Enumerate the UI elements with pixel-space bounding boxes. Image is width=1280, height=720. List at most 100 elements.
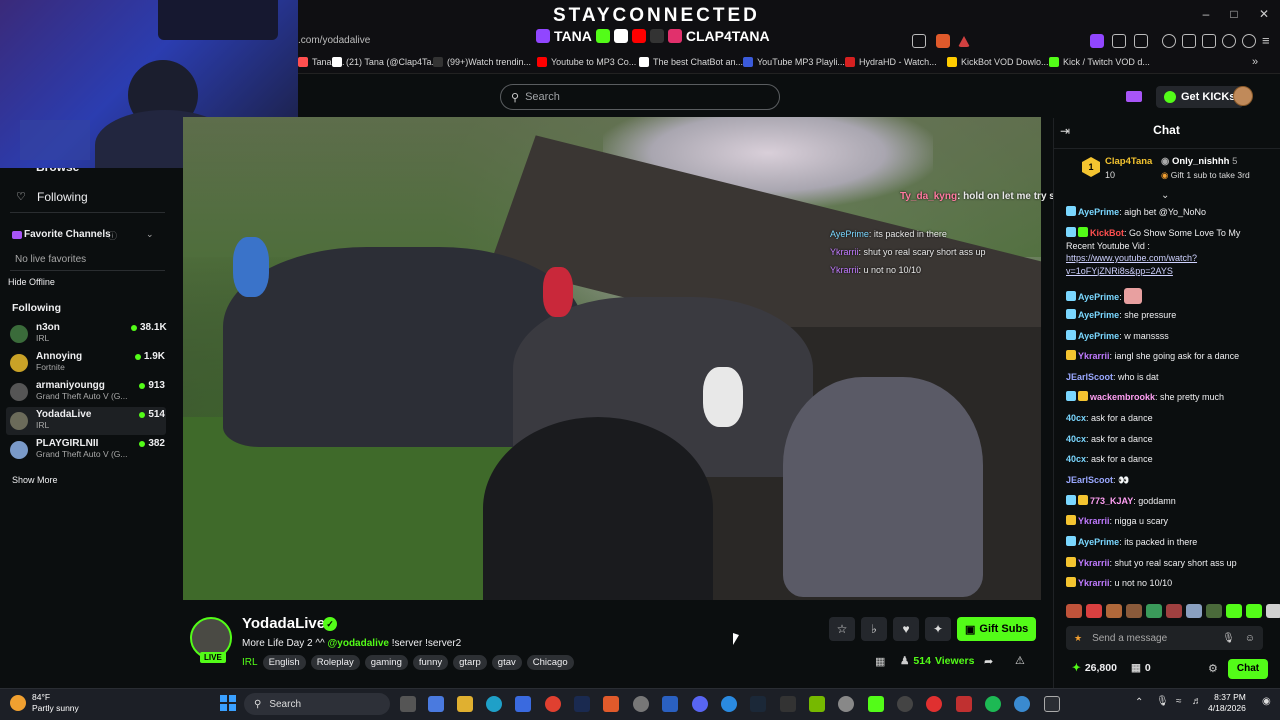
chat-username[interactable]: 40cx xyxy=(1066,454,1086,464)
spotify-icon[interactable] xyxy=(985,696,1001,712)
show-more-link[interactable]: Show More xyxy=(12,475,58,485)
emote-icon[interactable] xyxy=(1146,604,1162,618)
chat-username[interactable]: AyePrime xyxy=(1078,331,1119,341)
send-chat-button[interactable]: Chat xyxy=(1228,659,1268,679)
tag-pill[interactable]: English xyxy=(262,655,306,670)
app-icon[interactable] xyxy=(1014,696,1030,712)
kick-icon[interactable] xyxy=(868,696,884,712)
bookmark-item[interactable]: The best ChatBot an... xyxy=(639,57,743,67)
chat-link[interactable]: https://www.youtube.com/watch?v=1oFYjZNR… xyxy=(1066,253,1197,276)
emote-icon[interactable] xyxy=(1206,604,1222,618)
sidebar-following-nav[interactable]: Following xyxy=(37,190,88,204)
tag-pill[interactable]: funny xyxy=(412,655,449,670)
sidebar-item-playgirlnii[interactable]: PLAYGIRLNII Grand Theft Auto V (G... 382 xyxy=(10,438,165,464)
chat-username[interactable]: Ykrarrii xyxy=(1078,578,1110,588)
pinned-gifter-name[interactable]: Clap4Tana xyxy=(1105,156,1152,167)
restore-icon[interactable]: □ xyxy=(1226,6,1242,22)
bookmark-item[interactable]: (99+)Watch trendin... xyxy=(433,57,531,67)
app-icon[interactable] xyxy=(897,696,913,712)
edge-icon[interactable] xyxy=(486,696,502,712)
chat-username[interactable]: AyePrime xyxy=(1078,537,1119,547)
video-player[interactable] xyxy=(183,117,1041,600)
chat-username[interactable]: AyePrime xyxy=(1078,292,1119,302)
music-icon[interactable] xyxy=(1162,34,1176,48)
bookmark-item[interactable]: Kick / Twitch VOD d... xyxy=(1049,57,1150,67)
share-icon[interactable]: ➦ xyxy=(984,655,993,668)
bookmark-item[interactable]: YouTube MP3 Playli... xyxy=(743,57,845,67)
app-icon[interactable] xyxy=(662,696,678,712)
heart-icon[interactable]: ♥ xyxy=(893,617,919,641)
chat-username[interactable]: Ykrarrii xyxy=(1078,351,1110,361)
windows-start-icon[interactable] xyxy=(220,695,236,711)
app-icon[interactable] xyxy=(956,696,972,712)
chat-username[interactable]: AyePrime xyxy=(1078,207,1119,217)
app-icon[interactable] xyxy=(721,696,737,712)
chat-input[interactable]: ★ Send a message 🎙 ☺ xyxy=(1066,626,1263,650)
tag-pill[interactable]: Roleplay xyxy=(310,655,360,670)
emote-icon[interactable] xyxy=(1166,604,1182,618)
nvidia-icon[interactable] xyxy=(809,696,825,712)
gear-icon[interactable]: ⚙ xyxy=(1208,662,1218,675)
bookmark-item[interactable]: HydraHD - Watch... xyxy=(845,57,937,67)
user-avatar[interactable] xyxy=(1233,86,1253,106)
sidebar-item-yodadalive[interactable]: YodadaLive IRL 514 xyxy=(10,409,165,435)
hide-offline-toggle[interactable]: Hide Offline xyxy=(8,277,55,287)
chat-username[interactable]: wackembrookk xyxy=(1090,392,1155,402)
steam-icon[interactable] xyxy=(750,696,766,712)
app-icon[interactable] xyxy=(515,696,531,712)
info-icon[interactable]: ⓘ xyxy=(108,229,117,242)
taskbar-search[interactable]: ⚲ Search xyxy=(244,693,390,715)
search-input[interactable]: ⚲ Search xyxy=(500,84,780,110)
file-explorer-icon[interactable] xyxy=(457,696,473,712)
minimize-icon[interactable]: – xyxy=(1198,6,1214,22)
chat-username[interactable]: Ykrarrii xyxy=(1078,558,1110,568)
chevron-down-icon[interactable]: ⌄ xyxy=(146,229,154,240)
emoji-icon[interactable]: ☺ xyxy=(1245,633,1255,644)
leo-ai-icon[interactable] xyxy=(1222,34,1236,48)
star-icon[interactable]: ☆ xyxy=(829,617,855,641)
share-icon[interactable] xyxy=(912,34,926,48)
grid-icon[interactable]: ▦ xyxy=(875,655,885,668)
wallet-icon[interactable] xyxy=(1202,34,1216,48)
close-icon[interactable]: ✕ xyxy=(1256,6,1272,22)
menu-icon[interactable]: ≡ xyxy=(1262,33,1270,48)
sidebar-item-annoying[interactable]: Annoying Fortnite 1.9K xyxy=(10,351,165,377)
stream-title-mention[interactable]: @yodadalive xyxy=(328,638,389,649)
twitch-extension-icon[interactable] xyxy=(1090,34,1104,48)
tag-pill[interactable]: gtav xyxy=(491,655,522,670)
microphone-icon[interactable]: 🎙 xyxy=(1156,696,1169,707)
sparkle-icon[interactable]: ✦ xyxy=(925,617,951,641)
channel-points[interactable]: ✦ 26,800 ▦ 0 xyxy=(1072,662,1151,674)
get-kicks-button[interactable]: Get KICKs xyxy=(1156,86,1244,108)
bookmark-item[interactable]: KickBot VOD Dowlo... xyxy=(947,57,1049,67)
tag-pill[interactable]: Chicago xyxy=(526,655,574,670)
chrome-icon[interactable] xyxy=(545,696,561,712)
chat-username[interactable]: JEarlScoot xyxy=(1066,475,1113,485)
emote-icon[interactable] xyxy=(1086,604,1102,618)
chat-username[interactable]: AyePrime xyxy=(1078,310,1119,320)
sidebar-item-n3on[interactable]: n3on IRL 38.1K xyxy=(10,322,167,348)
chevron-up-icon[interactable]: ⌃ xyxy=(1135,697,1143,708)
weather-widget[interactable]: 84°F Partly sunny xyxy=(10,692,79,714)
copilot-icon[interactable] xyxy=(428,696,444,712)
chat-username[interactable]: KickBot xyxy=(1090,228,1124,238)
chat-username[interactable]: 773_KJAY xyxy=(1090,496,1133,506)
bookmark-item[interactable]: (21) Tana (@Clap4Ta... xyxy=(332,57,439,67)
chat-username[interactable]: JEarlScoot xyxy=(1066,372,1113,382)
brave-rewards-icon[interactable] xyxy=(958,36,970,47)
chat-username[interactable]: Ykrarrii xyxy=(1078,516,1110,526)
volume-icon[interactable]: ♬ xyxy=(1192,696,1202,707)
emote-icon[interactable] xyxy=(1266,604,1280,618)
vpn-icon[interactable] xyxy=(1242,34,1256,48)
extension-icon[interactable] xyxy=(1112,34,1126,48)
notification-bell-icon[interactable]: ◉ xyxy=(1262,696,1271,707)
app-icon[interactable] xyxy=(1044,696,1060,712)
brave-icon[interactable] xyxy=(603,696,619,712)
pinned-cta[interactable]: ◉ Gift 1 sub to take 3rd xyxy=(1161,170,1250,181)
extension-icon[interactable] xyxy=(1134,34,1148,48)
microphone-icon[interactable]: 🎙 xyxy=(1222,633,1235,644)
photoshop-icon[interactable] xyxy=(574,696,590,712)
emote-icon[interactable] xyxy=(1106,604,1122,618)
emote-icon[interactable] xyxy=(1226,604,1242,618)
bell-icon[interactable]: ♭ xyxy=(861,617,887,641)
